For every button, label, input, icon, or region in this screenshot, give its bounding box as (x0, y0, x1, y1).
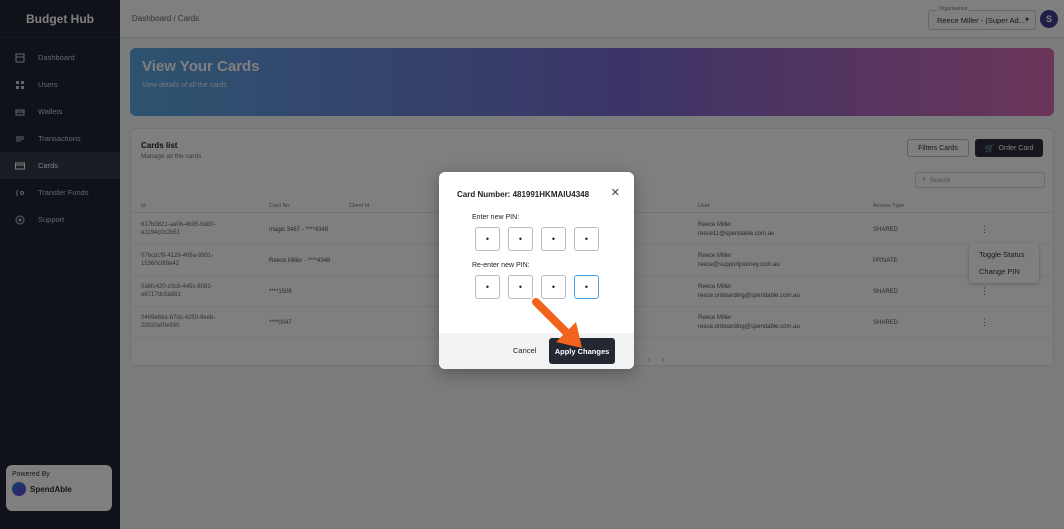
dialog-title: Card Number: 481991HKMAIU4348 (457, 190, 590, 199)
pin-digit-input[interactable]: • (508, 227, 533, 251)
reenter-pin-label: Re-enter new PIN: (472, 262, 530, 269)
pin-digit-input[interactable]: • (541, 227, 566, 251)
pin-digit-input[interactable]: • (475, 275, 500, 299)
pin-digit-input[interactable]: • (574, 227, 599, 251)
pointer-arrow-icon (532, 298, 582, 348)
enter-pin-label: Enter new PIN: (472, 214, 520, 221)
close-icon[interactable]: ✕ (611, 186, 620, 199)
enter-pin-inputs: • • • • (475, 227, 600, 251)
pin-digit-input[interactable]: • (475, 227, 500, 251)
